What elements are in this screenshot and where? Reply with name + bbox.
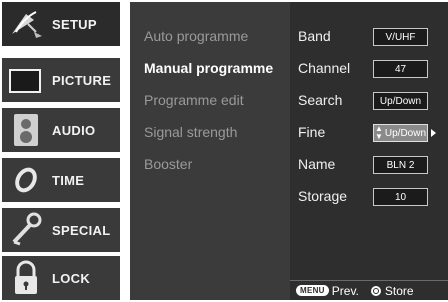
main-menu-item-audio[interactable]: AUDIO xyxy=(2,108,120,152)
setting-value[interactable]: 10 xyxy=(373,188,428,206)
sub-menu-label: Signal strength xyxy=(144,124,238,140)
setting-row-channel[interactable]: Channel 47 xyxy=(290,56,448,82)
prev-hint: Prev. xyxy=(331,283,359,298)
setting-row-search[interactable]: Search Up/Down xyxy=(290,88,448,114)
speaker-icon xyxy=(6,110,46,150)
setting-label: Search xyxy=(298,92,343,108)
setting-row-fine[interactable]: Fine ▲ ▼ Up/Down xyxy=(290,120,448,146)
right-arrow-icon xyxy=(431,129,436,137)
satellite-dish-icon xyxy=(6,4,46,44)
sub-menu-item-programme-edit[interactable]: Programme edit xyxy=(130,86,290,114)
ok-key-icon xyxy=(370,285,381,296)
setting-row-storage[interactable]: Storage 10 xyxy=(290,184,448,210)
special-feature-icon xyxy=(6,210,46,250)
setting-value[interactable]: BLN 2 xyxy=(373,156,428,174)
setting-label: Storage xyxy=(298,188,348,204)
up-down-arrows-icon: ▲ ▼ xyxy=(374,124,383,141)
main-menu-label: SPECIAL xyxy=(52,222,111,238)
main-menu-label: PICTURE xyxy=(52,72,112,88)
setting-value[interactable]: 47 xyxy=(373,60,428,78)
main-menu-item-special[interactable]: SPECIAL xyxy=(2,208,120,252)
main-menu-item-picture[interactable]: PICTURE xyxy=(2,58,120,102)
main-menu-label: AUDIO xyxy=(52,122,96,138)
setting-row-name[interactable]: Name BLN 2 xyxy=(290,152,448,178)
padlock-icon xyxy=(6,258,46,298)
sub-menu-label: Auto programme xyxy=(144,28,249,44)
sub-menu-item-signal-strength[interactable]: Signal strength xyxy=(130,118,290,146)
setting-value-focused[interactable]: ▲ ▼ Up/Down xyxy=(373,124,428,142)
main-menu-item-setup[interactable]: SETUP xyxy=(2,2,120,46)
setting-value[interactable]: Up/Down xyxy=(373,92,428,110)
setting-label: Name xyxy=(298,156,336,172)
setting-label: Channel xyxy=(298,60,351,76)
setting-label: Fine xyxy=(298,124,326,140)
sub-menu-item-booster[interactable]: Booster xyxy=(130,150,290,178)
setting-value-text: Up/Down xyxy=(384,127,427,139)
settings-panel: Band V/UHF Channel 47 Search Up/Down Fin… xyxy=(290,2,448,300)
main-menu: SETUP PICTURE AUDIO TIME SPECIAL LOCK xyxy=(0,0,122,302)
sub-menu-item-manual-programme[interactable]: Manual programme xyxy=(130,54,290,82)
setting-value[interactable]: V/UHF xyxy=(373,28,428,46)
main-menu-label: LOCK xyxy=(52,270,91,286)
setting-label: Band xyxy=(298,28,331,44)
sub-menu-label: Booster xyxy=(144,156,193,172)
sub-menu-label: Manual programme xyxy=(144,60,274,76)
main-menu-item-time[interactable]: TIME xyxy=(2,158,120,202)
clock-icon xyxy=(6,160,46,200)
sub-menu-item-auto-programme[interactable]: Auto programme xyxy=(130,22,290,50)
setting-row-band[interactable]: Band V/UHF xyxy=(290,24,448,50)
main-menu-item-lock[interactable]: LOCK xyxy=(2,256,120,300)
tv-screen-icon xyxy=(6,60,46,100)
sub-menu: Auto programme Manual programme Programm… xyxy=(130,2,290,300)
sub-menu-label: Programme edit xyxy=(144,92,244,108)
store-hint: Store xyxy=(384,283,414,298)
key-hints-bar: MENU Prev. Store xyxy=(290,280,448,300)
main-menu-label: SETUP xyxy=(52,16,97,32)
main-menu-label: TIME xyxy=(52,172,85,188)
menu-key-icon: MENU xyxy=(296,285,329,296)
